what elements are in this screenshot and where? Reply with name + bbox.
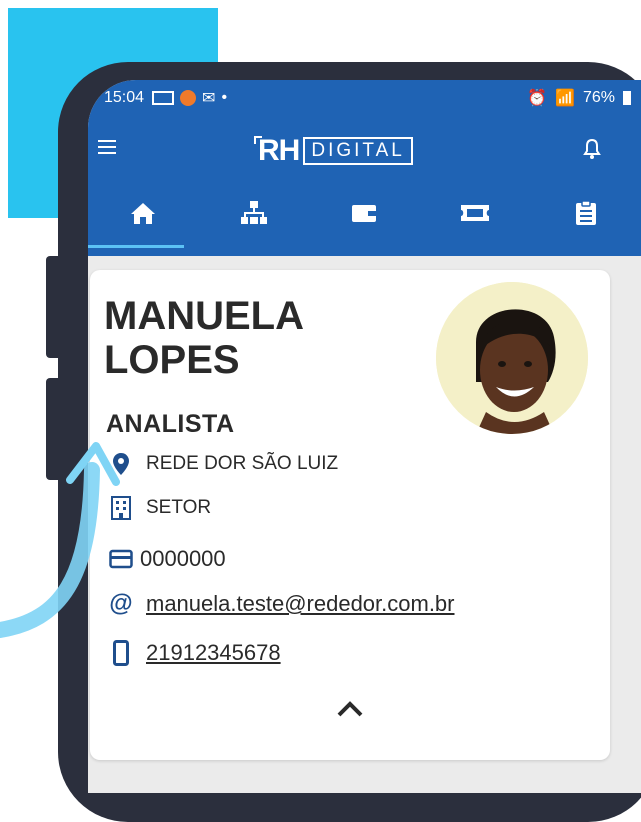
phone-row: 21912345678 [108,640,281,666]
logo-digital: DIGITAL [303,137,413,165]
tab-clipboard[interactable] [530,184,641,256]
registration-row: 0000000 [108,546,226,572]
phone-link[interactable]: 21912345678 [146,640,281,666]
tab-org-chart[interactable] [199,184,310,256]
decorative-arrow [0,442,120,638]
status-bar: 15:04 ✉ • ⏰ 📶 76% [88,80,641,116]
first-name: MANUELA [104,294,304,338]
more-notifications-icon: • [221,89,228,106]
chevron-up-icon[interactable] [336,700,364,723]
clipboard-icon [575,200,596,225]
sector-text: SETOR [146,497,212,518]
notification-bell-icon[interactable] [583,138,601,165]
logo-rh: RH [253,134,300,167]
chat-notification-icon: ✉ [202,90,216,107]
org-chart-icon [240,201,267,224]
menu-icon[interactable] [98,140,116,154]
ticket-icon [461,205,490,221]
tab-wallet[interactable] [309,184,420,256]
phone-screen: 15:04 ✉ • ⏰ 📶 76% RH DIGITAL MANUELA LOP… [88,80,641,793]
tab-ticket[interactable] [420,184,531,256]
alarm-icon: ⏰ [527,90,548,107]
wallet-icon [352,205,377,222]
screen-cast-icon [152,91,175,105]
profile-card: MANUELA LOPES ANALISTA REDE DOR SÃO LUIZ… [90,270,610,760]
location-row: REDE DOR SÃO LUIZ [108,452,338,476]
battery-level: 76% [582,89,615,106]
email-link[interactable]: manuela.teste@rededor.com.br [146,591,455,617]
tab-bar [88,184,641,256]
employee-role: ANALISTA [106,410,235,438]
employee-name: MANUELA LOPES [104,294,364,382]
home-icon [131,203,156,224]
status-time: 15:04 [104,89,145,106]
location-text: REDE DOR SÃO LUIZ [146,453,339,474]
signal-icon: 📶 [555,90,575,107]
last-name: LOPES [104,338,240,382]
app-bar: RH DIGITAL [88,116,641,184]
registration-text: 0000000 [140,546,226,571]
app-notification-icon [180,90,197,106]
avatar [436,282,588,434]
battery-icon [623,91,631,105]
active-tab-indicator [88,245,184,248]
email-row: @ manuela.teste@rededor.com.br [108,590,455,618]
sector-row: SETOR [108,496,211,520]
app-logo: RH DIGITAL [253,134,413,168]
